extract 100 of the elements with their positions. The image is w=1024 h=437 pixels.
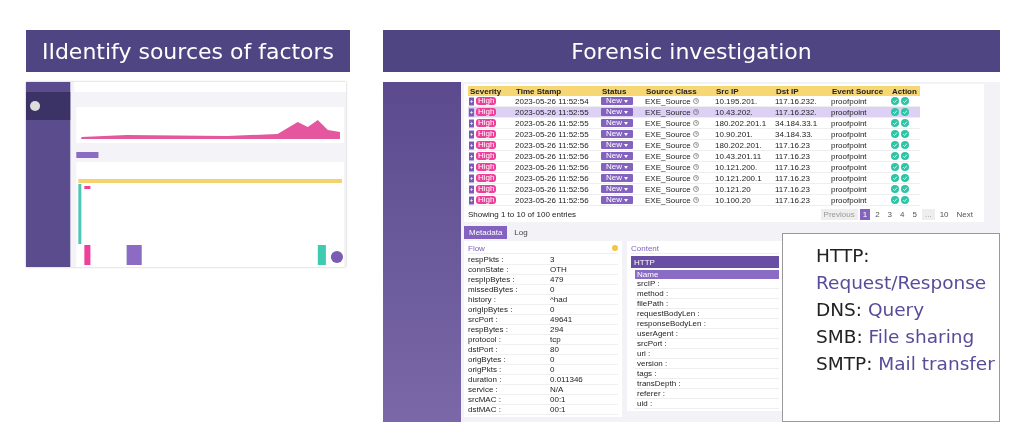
column-header[interactable]: Event Source (830, 86, 890, 96)
expand-icon[interactable] (469, 129, 474, 139)
check-icon[interactable] (901, 196, 909, 204)
page-button[interactable]: 1 (859, 209, 871, 220)
status-dropdown[interactable]: New (601, 185, 633, 193)
table-cell: 34.184.33. (775, 129, 813, 139)
table-cell: 2023-05-26 11:52:55 (515, 129, 589, 139)
page-button[interactable]: 2 (872, 209, 883, 220)
status-dropdown[interactable]: New (601, 97, 633, 105)
table-cell: EXE_Source (645, 195, 691, 205)
field-label: requestBodyLen : (637, 309, 700, 318)
expand-icon[interactable] (469, 118, 474, 128)
column-header[interactable]: Severity (468, 86, 514, 96)
page-button[interactable]: 4 (897, 209, 908, 220)
field-label: origPkts : (468, 365, 503, 374)
status-dropdown[interactable]: New (601, 152, 633, 160)
table-cell: 10.121.200.1 (715, 173, 762, 183)
field-value: ^had (550, 295, 568, 304)
table-cell: 2023-05-26 11:52:56 (515, 140, 589, 150)
field-value: 49641 (550, 315, 573, 324)
table-cell: EXE_Source (645, 118, 691, 128)
status-dropdown[interactable]: New (601, 141, 633, 149)
severity-badge: High (476, 97, 497, 105)
check-icon[interactable] (891, 152, 899, 160)
check-icon[interactable] (901, 185, 909, 193)
table-cell: 10.43.202. (715, 107, 753, 117)
field-label: referer : (637, 389, 665, 398)
table-cell: 117.16.23 (775, 151, 810, 161)
table-cell: 10.100.20 (715, 195, 751, 205)
column-header[interactable]: Src IP (714, 86, 774, 96)
field-value: 0.011346 (550, 375, 583, 384)
expand-icon[interactable] (469, 184, 474, 194)
caret-icon (624, 143, 628, 147)
status-dropdown[interactable]: New (601, 108, 633, 116)
page-button[interactable]: 10 (936, 209, 952, 220)
expand-icon[interactable] (469, 107, 474, 117)
field-label: connState : (468, 265, 510, 274)
column-header[interactable]: Dst IP (774, 86, 830, 96)
field-value: tcp (550, 335, 561, 344)
status-dropdown[interactable]: New (601, 130, 633, 138)
table-cell: EXE_Source (645, 96, 691, 106)
expand-icon[interactable] (469, 162, 474, 172)
column-header[interactable]: Time Stamp (514, 86, 600, 96)
check-icon[interactable] (901, 119, 909, 127)
check-icon[interactable] (891, 174, 899, 182)
check-icon[interactable] (891, 141, 899, 149)
check-icon[interactable] (891, 108, 899, 116)
table-cell: EXE_Source (645, 129, 691, 139)
table-cell: EXE_Source (645, 151, 691, 161)
table-cell: 117.16.23 (775, 140, 810, 150)
table-cell: proofpoint (831, 118, 867, 128)
expand-icon[interactable] (469, 173, 474, 183)
column-header[interactable]: Source Class (644, 86, 714, 96)
field-label: responseBodyLen : (637, 319, 706, 328)
tab[interactable]: Log (509, 226, 533, 239)
check-icon[interactable] (891, 119, 899, 127)
page-button[interactable]: 5 (909, 209, 920, 220)
column-header[interactable]: Status (600, 86, 644, 96)
status-dropdown[interactable]: New (601, 196, 633, 204)
table-cell: 2023-05-26 11:52:56 (515, 151, 589, 161)
expand-icon[interactable] (469, 96, 474, 106)
status-dropdown[interactable]: New (601, 163, 633, 171)
expand-icon[interactable] (469, 151, 474, 161)
expand-icon[interactable] (469, 195, 474, 205)
table-cell: proofpoint (831, 140, 867, 150)
table-cell: proofpoint (831, 173, 867, 183)
page-button[interactable]: 3 (884, 209, 896, 220)
check-icon[interactable] (901, 141, 909, 149)
table-cell: 2023-05-26 11:52:55 (515, 107, 589, 117)
check-icon[interactable] (901, 108, 909, 116)
check-icon[interactable] (901, 163, 909, 171)
tab[interactable]: Metadata (464, 226, 508, 239)
field-value: 80 (550, 345, 559, 354)
field-value: 00:1 (550, 395, 566, 404)
table-cell: 117.16.232. (775, 107, 817, 117)
page-button[interactable]: Next (953, 209, 976, 220)
check-icon[interactable] (901, 97, 909, 105)
check-icon[interactable] (891, 97, 899, 105)
check-icon[interactable] (901, 152, 909, 160)
check-icon[interactable] (891, 196, 899, 204)
field-value: 294 (550, 325, 564, 334)
check-icon[interactable] (901, 174, 909, 182)
table-cell: proofpoint (831, 129, 867, 139)
table-cell: 117.16.232. (775, 96, 817, 106)
check-icon[interactable] (891, 163, 899, 171)
status-dropdown[interactable]: New (601, 174, 633, 182)
field-value: 0 (550, 285, 555, 294)
table-cell: 117.16.23 (775, 162, 810, 172)
column-header[interactable]: Action (890, 86, 920, 96)
clock-icon (692, 131, 699, 137)
check-icon[interactable] (901, 130, 909, 138)
check-icon[interactable] (891, 185, 899, 193)
status-dropdown[interactable]: New (601, 119, 633, 127)
table-cell: 180.202.201.1 (715, 118, 767, 128)
table-cell: 2023-05-26 11:52:54 (515, 96, 589, 106)
expand-icon[interactable] (469, 140, 474, 150)
protocol-line: SMB: File sharing (816, 325, 976, 349)
slide-title: IIdentify sources of factors (26, 30, 350, 72)
check-icon[interactable] (891, 130, 899, 138)
field-value: 0 (550, 355, 555, 364)
